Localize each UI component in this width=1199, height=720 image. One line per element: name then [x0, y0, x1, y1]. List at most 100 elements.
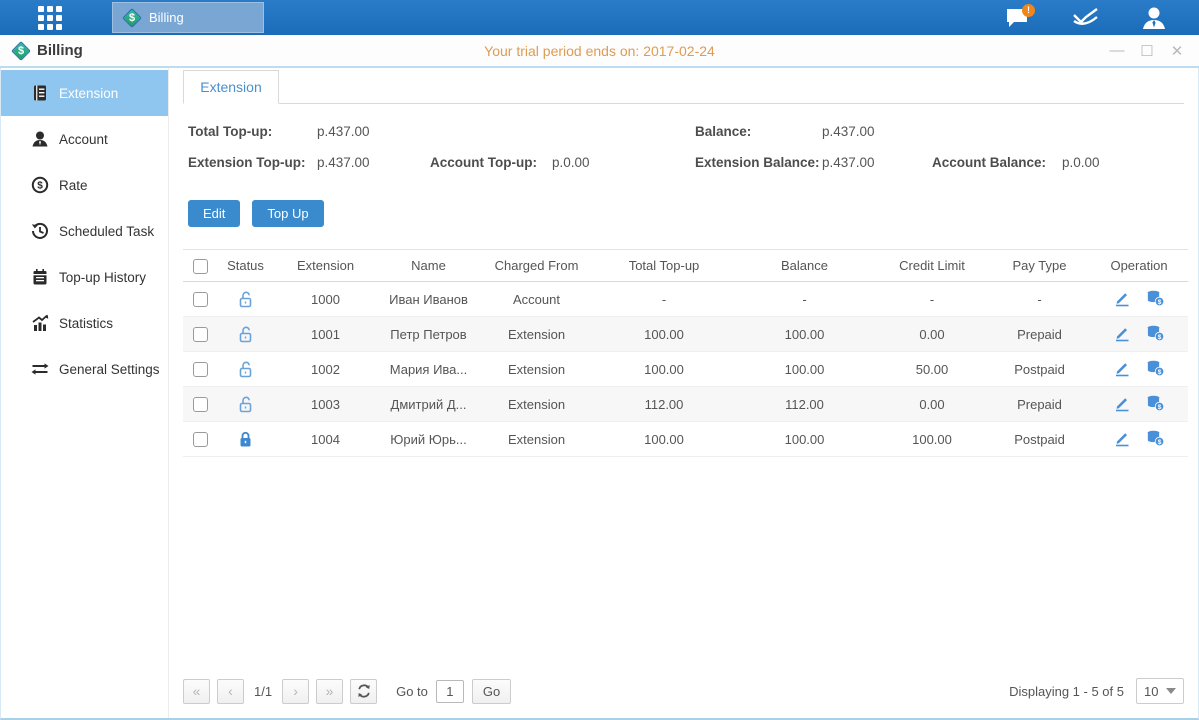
topup-coins-icon: $ — [1145, 324, 1165, 342]
edit-icon — [1113, 359, 1131, 377]
window-title-label: Billing — [37, 42, 83, 59]
billing-app-tab[interactable]: $ Billing — [112, 2, 264, 33]
row-edit-button[interactable] — [1113, 289, 1131, 310]
go-button[interactable]: Go — [472, 679, 511, 704]
row-checkbox[interactable] — [193, 292, 208, 307]
sidebar-item-scheduled-task[interactable]: Scheduled Task — [1, 208, 168, 254]
sidebar-item-topup-history[interactable]: Top-up History — [1, 254, 168, 300]
scheduled-task-icon — [31, 222, 49, 240]
pay-type-cell: Postpaid — [989, 422, 1090, 457]
account-topup-label: Account Top-up: — [430, 155, 537, 170]
row-edit-button[interactable] — [1113, 429, 1131, 450]
row-edit-button[interactable] — [1113, 324, 1131, 345]
minimize-button[interactable]: — — [1109, 42, 1125, 60]
chevron-down-icon — [1166, 688, 1176, 694]
row-checkbox[interactable] — [193, 397, 208, 412]
apps-grid-icon — [38, 6, 62, 30]
topup-history-icon — [31, 268, 49, 286]
refresh-button[interactable] — [350, 679, 377, 704]
charged-from-cell: Extension — [479, 422, 594, 457]
sidebar-item-general-settings[interactable]: General Settings — [1, 346, 168, 392]
sidebar-item-label: General Settings — [59, 362, 160, 377]
maximize-button[interactable]: ☐ — [1139, 42, 1155, 60]
window-title: $ Billing — [12, 42, 83, 60]
displaying-info: Displaying 1 - 5 of 5 — [1009, 684, 1124, 699]
col-name: Name — [378, 250, 479, 282]
total-topup-label: Total Top-up: — [188, 124, 272, 139]
charged-from-cell: Extension — [479, 387, 594, 422]
row-topup-button[interactable]: $ — [1145, 324, 1165, 345]
row-topup-button[interactable]: $ — [1145, 429, 1165, 450]
row-topup-button[interactable]: $ — [1145, 394, 1165, 415]
row-checkbox[interactable] — [193, 432, 208, 447]
main-content: Extension Total Top-up: p.437.00 Balance… — [169, 68, 1198, 718]
name-cell: Дмитрий Д... — [378, 387, 479, 422]
user-account-button[interactable] — [1139, 3, 1169, 33]
edit-icon — [1113, 289, 1131, 307]
sidebar-item-account[interactable]: Account — [1, 116, 168, 162]
charged-from-cell: Account — [479, 282, 594, 317]
edit-button[interactable]: Edit — [188, 200, 240, 227]
messages-button[interactable]: ! — [1003, 3, 1033, 33]
credit-limit-cell: 50.00 — [875, 352, 989, 387]
tab-extension[interactable]: Extension — [183, 70, 279, 104]
topup-coins-icon: $ — [1145, 359, 1165, 377]
sidebar-item-extension[interactable]: Extension — [1, 70, 168, 116]
last-page-button[interactable]: » — [316, 679, 343, 704]
sidebar-item-label: Extension — [59, 86, 118, 101]
col-pay-type: Pay Type — [989, 250, 1090, 282]
row-edit-button[interactable] — [1113, 359, 1131, 380]
credit-limit-cell: 0.00 — [875, 317, 989, 352]
balance-label: Balance: — [695, 124, 751, 139]
prev-page-button[interactable]: ‹ — [217, 679, 244, 704]
general-settings-icon — [31, 360, 49, 378]
topup-coins-icon: $ — [1145, 394, 1165, 412]
row-checkbox[interactable] — [193, 362, 208, 377]
row-checkbox[interactable] — [193, 327, 208, 342]
reports-button[interactable] — [1071, 3, 1101, 33]
select-all-checkbox[interactable] — [193, 259, 208, 274]
topup-button[interactable]: Top Up — [252, 200, 323, 227]
extension-table: Status Extension Name Charged From Total… — [183, 249, 1188, 457]
sidebar-item-rate[interactable]: $ Rate — [1, 162, 168, 208]
unlocked-icon — [236, 325, 255, 344]
charged-from-cell: Extension — [479, 317, 594, 352]
table-body: 1000Иван ИвановAccount----$1001Петр Петр… — [183, 282, 1188, 457]
col-total-topup: Total Top-up — [594, 250, 734, 282]
line-chart-icon — [1072, 6, 1100, 30]
extension-balance-label: Extension Balance: — [695, 155, 820, 170]
statistics-icon — [31, 314, 49, 332]
edit-icon — [1113, 394, 1131, 412]
extension-topup-label: Extension Top-up: — [188, 155, 306, 170]
col-status: Status — [218, 250, 273, 282]
status-unlocked — [218, 282, 273, 317]
account-balance-label: Account Balance: — [932, 155, 1046, 170]
extension-cell: 1002 — [273, 352, 378, 387]
sidebar-item-label: Statistics — [59, 316, 113, 331]
row-edit-button[interactable] — [1113, 394, 1131, 415]
billing-app-tab-label: Billing — [149, 10, 184, 25]
locked-icon — [236, 430, 255, 449]
balance-cell: 100.00 — [734, 317, 875, 352]
page-size-select[interactable]: 10 — [1136, 678, 1184, 704]
row-topup-button[interactable]: $ — [1145, 289, 1165, 310]
goto-page-input[interactable] — [436, 680, 464, 703]
pay-type-cell: - — [989, 282, 1090, 317]
balance-value: p.437.00 — [822, 124, 875, 139]
col-balance: Balance — [734, 250, 875, 282]
table-row: 1004Юрий Юрь...Extension100.00100.00100.… — [183, 422, 1188, 457]
close-button[interactable]: ✕ — [1169, 42, 1185, 60]
billing-summary: Total Top-up: p.437.00 Balance: p.437.00… — [183, 104, 1184, 196]
sidebar-item-statistics[interactable]: Statistics — [1, 300, 168, 346]
row-topup-button[interactable]: $ — [1145, 359, 1165, 380]
credit-limit-cell: - — [875, 282, 989, 317]
next-page-button[interactable]: › — [282, 679, 309, 704]
user-icon — [1141, 5, 1167, 31]
first-page-button[interactable]: « — [183, 679, 210, 704]
page-info: 1/1 — [254, 684, 272, 699]
apps-grid-button[interactable] — [20, 0, 80, 35]
window-title-bar: $ Billing Your trial period ends on: 201… — [0, 35, 1199, 68]
billing-dollar-icon: $ — [12, 42, 30, 60]
unlocked-icon — [236, 290, 255, 309]
pay-type-cell: Postpaid — [989, 352, 1090, 387]
